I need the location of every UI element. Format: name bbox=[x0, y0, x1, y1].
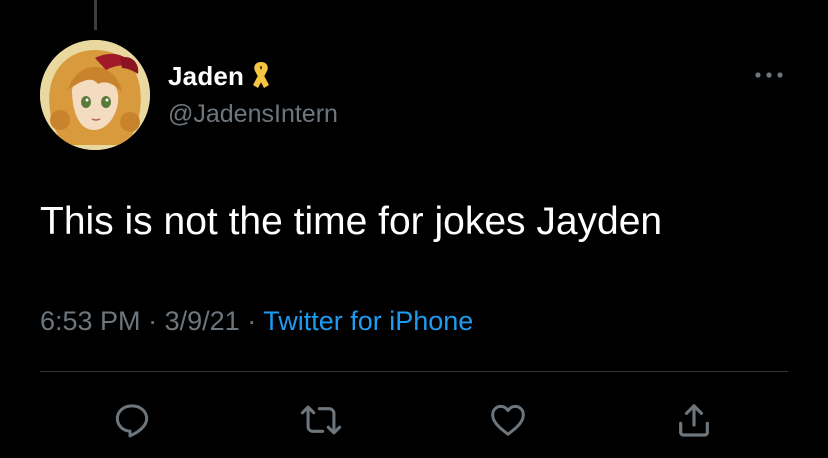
tweet-metadata: 6:53 PM · 3/9/21 · Twitter for iPhone bbox=[40, 306, 473, 337]
tweet-source-link[interactable]: Twitter for iPhone bbox=[263, 306, 473, 336]
meta-separator: · bbox=[148, 306, 158, 336]
more-options-icon[interactable] bbox=[752, 66, 786, 84]
tweet-text: This is not the time for jokes Jayden bbox=[40, 200, 663, 243]
reply-icon bbox=[115, 404, 149, 438]
share-icon bbox=[679, 404, 709, 437]
meta-separator: · bbox=[247, 306, 257, 336]
share-button[interactable] bbox=[672, 398, 716, 442]
heart-icon bbox=[491, 404, 525, 436]
like-button[interactable] bbox=[486, 398, 530, 442]
author-name-row[interactable]: Jaden bbox=[168, 58, 272, 94]
reply-button[interactable] bbox=[110, 398, 154, 442]
retweet-button[interactable] bbox=[299, 398, 343, 442]
avatar[interactable] bbox=[40, 40, 150, 150]
tweet-date[interactable]: 3/9/21 bbox=[165, 306, 240, 336]
display-name[interactable]: Jaden bbox=[168, 61, 244, 92]
awareness-ribbon-icon bbox=[250, 60, 272, 92]
retweet-icon bbox=[300, 405, 342, 435]
tweet-action-bar bbox=[0, 398, 828, 442]
user-handle[interactable]: @JadensIntern bbox=[168, 100, 338, 129]
thread-connector-line bbox=[94, 0, 97, 30]
tweet-time[interactable]: 6:53 PM bbox=[40, 306, 141, 336]
divider bbox=[40, 371, 788, 372]
